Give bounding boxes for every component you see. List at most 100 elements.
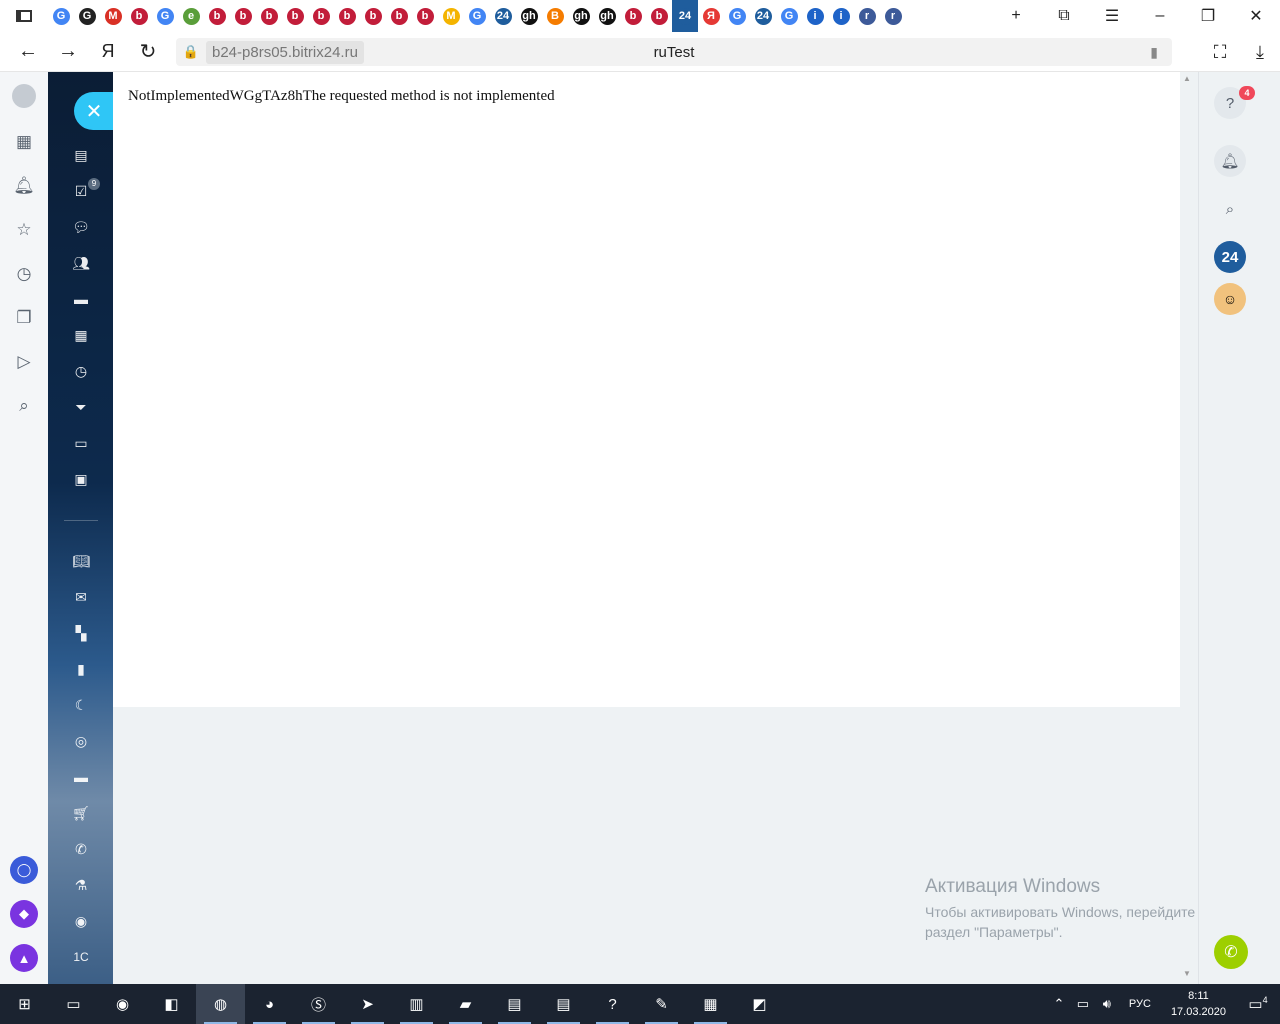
help-taskbar-icon[interactable]: ? [588, 984, 637, 1024]
cart-icon[interactable]: 🛒︎ [72, 804, 90, 822]
volume-icon[interactable]: 🔊︎ [1095, 996, 1119, 1012]
explorer-taskbar-icon[interactable]: ▰ [441, 984, 490, 1024]
knowledge-icon[interactable]: 📖︎ [72, 552, 90, 570]
close-window-button[interactable]: ✕ [1232, 0, 1280, 32]
translate-icon[interactable]: ⛶ [1200, 32, 1240, 72]
close-slider-button[interactable]: ✕ [74, 92, 114, 130]
browser-tab[interactable]: b [646, 0, 672, 32]
tab-manager-icon[interactable] [0, 0, 48, 32]
paint-taskbar-icon[interactable]: ✎ [637, 984, 686, 1024]
bitrix24-logo-button[interactable]: 24 [1214, 241, 1246, 273]
browser-tab[interactable]: r [880, 0, 906, 32]
browser-tab[interactable]: b [230, 0, 256, 32]
browser-tab[interactable]: M [438, 0, 464, 32]
user-avatar[interactable]: ☺ [1214, 283, 1246, 315]
services-grid-icon[interactable]: ▦ [12, 130, 36, 154]
browser-tab[interactable]: gh [594, 0, 620, 32]
flask-icon[interactable]: ⚗ [72, 876, 90, 894]
groups-icon[interactable]: 👥︎ [72, 254, 90, 272]
browser-tab[interactable]: b [282, 0, 308, 32]
alice-taskbar-icon[interactable]: ◉ [98, 984, 147, 1024]
task-view-icon[interactable]: ▭ [49, 984, 98, 1024]
time-icon[interactable]: ◷ [72, 362, 90, 380]
browser-tab[interactable]: e [178, 0, 204, 32]
browser-tab[interactable]: b [256, 0, 282, 32]
star-icon[interactable]: ☆ [12, 218, 36, 242]
alice-icon[interactable]: ◯ [10, 856, 38, 884]
browser-tab[interactable]: G [776, 0, 802, 32]
network-icon[interactable]: ▭ [1071, 996, 1095, 1012]
minimize-button[interactable]: – [1136, 0, 1184, 32]
mail-icon[interactable]: ✉ [72, 588, 90, 606]
analytics-icon[interactable]: ▮ [72, 660, 90, 678]
bell-icon[interactable]: 🔔︎ [12, 174, 36, 198]
calculator-taskbar-icon[interactable]: ▦ [686, 984, 735, 1024]
browser-tab[interactable]: G [464, 0, 490, 32]
download-icon[interactable]: ⤓ [1240, 32, 1280, 72]
apps-icon[interactable]: ▚ [72, 624, 90, 642]
winrar-taskbar-icon[interactable]: ▥ [392, 984, 441, 1024]
search-icon[interactable]: ⌕ [1214, 193, 1246, 225]
calendar-icon[interactable]: ▦ [72, 326, 90, 344]
profile-avatar[interactable] [12, 84, 36, 108]
assistant-icon[interactable]: ▲ [10, 944, 38, 972]
reload-button[interactable]: ↻ [128, 32, 168, 72]
sites-icon[interactable]: ▭ [72, 434, 90, 452]
browser-tab[interactable]: b [126, 0, 152, 32]
new-tab-button[interactable]: + [992, 0, 1040, 32]
restore-button[interactable]: ❐ [1184, 0, 1232, 32]
browser-tab[interactable]: B [542, 0, 568, 32]
browser-tab[interactable]: G [152, 0, 178, 32]
forward-button[interactable]: → [48, 32, 88, 72]
yandex-taskbar-icon[interactable]: ◧ [147, 984, 196, 1024]
url-field[interactable]: 🔒 b24-p8rs05.bitrix24.ru ruTest ▮ [176, 38, 1172, 66]
bookmarks-panel-icon[interactable]: ⧉ [1040, 0, 1088, 32]
browser-tab[interactable]: G [74, 0, 100, 32]
yandex-browser-taskbar-icon[interactable]: ◍ [196, 984, 245, 1024]
browser-tab[interactable]: G [724, 0, 750, 32]
browser-tab[interactable]: b [620, 0, 646, 32]
moon-icon[interactable]: ☾ [72, 696, 90, 714]
notifications-bell-icon[interactable]: 🔔︎ [1214, 145, 1246, 177]
document-taskbar-icon[interactable]: ▤ [490, 984, 539, 1024]
notes-taskbar-icon[interactable]: ◩ [735, 984, 784, 1024]
menu-icon[interactable]: ☰ [1088, 0, 1136, 32]
play-icon[interactable]: ▷ [12, 350, 36, 374]
document2-taskbar-icon[interactable]: ▤ [539, 984, 588, 1024]
skype-taskbar-icon[interactable]: Ⓢ [294, 984, 343, 1024]
chat-icon[interactable]: 💬︎ [72, 218, 90, 236]
browser-tab[interactable]: gh [516, 0, 542, 32]
utorrent-taskbar-icon[interactable]: ◕ [245, 984, 294, 1024]
browser-tab[interactable]: 24 [750, 0, 776, 32]
tray-chevron-icon[interactable]: ⌃ [1047, 996, 1071, 1012]
browser-tab[interactable]: gh [568, 0, 594, 32]
language-indicator[interactable]: РУС [1119, 998, 1161, 1010]
drive-icon[interactable]: ▬ [72, 290, 90, 308]
feed-icon[interactable]: ▤ [72, 146, 90, 164]
browser-tab[interactable]: M [100, 0, 126, 32]
phone-icon[interactable]: ✆ [72, 840, 90, 858]
browser-tab[interactable]: i [828, 0, 854, 32]
start-button[interactable]: ⊞ [0, 984, 49, 1024]
clock[interactable]: 8:11 17.03.2020 [1161, 988, 1236, 1020]
contact-card-icon[interactable]: ▣ [72, 470, 90, 488]
bookmark-icon[interactable]: ▮ [1150, 44, 1158, 61]
browser-tab[interactable]: b [412, 0, 438, 32]
one-c-icon[interactable]: 1С [72, 948, 90, 966]
action-center-icon[interactable]: ▭4 [1236, 995, 1280, 1013]
telegram-taskbar-icon[interactable]: ➤ [343, 984, 392, 1024]
yandex-home-button[interactable]: Я [88, 32, 128, 72]
browser-tab[interactable]: i [802, 0, 828, 32]
browser-tab[interactable]: G [48, 0, 74, 32]
browser-tab[interactable]: b [334, 0, 360, 32]
filter-icon[interactable]: ⏷ [72, 398, 90, 416]
history-icon[interactable]: ◷ [12, 262, 36, 286]
browser-tab[interactable]: Я [698, 0, 724, 32]
browser-tab[interactable]: b [204, 0, 230, 32]
target-icon[interactable]: ◎ [72, 732, 90, 750]
back-button[interactable]: ← [8, 32, 48, 72]
box-icon[interactable]: ◉ [72, 912, 90, 930]
browser-tab[interactable]: b [360, 0, 386, 32]
browser-tab[interactable]: b [386, 0, 412, 32]
scroll-down-arrow[interactable]: ▼ [1183, 969, 1191, 978]
